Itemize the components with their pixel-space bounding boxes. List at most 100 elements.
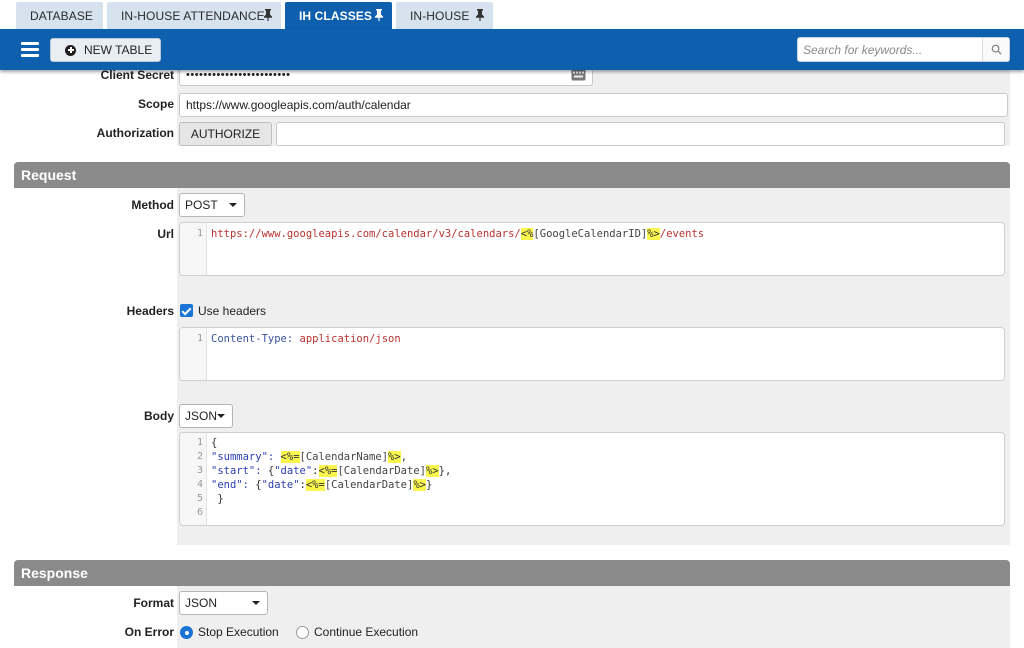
pin-icon[interactable] [263, 9, 273, 21]
body-code-line: "end": {"date":<%=[CalendarDate]%>} [211, 479, 432, 491]
search-icon [991, 44, 1002, 55]
template-close: %> [388, 451, 401, 463]
main-content: Client Secret •••••••••••••••••••••••• S… [0, 64, 1024, 648]
chevron-down-icon [252, 601, 260, 605]
tab-in-house-attendance[interactable]: IN-HOUSE ATTENDANCE [107, 2, 281, 29]
on-error-label: On Error [124, 625, 174, 639]
continue-execution-label: Continue Execution [314, 625, 419, 639]
search-input[interactable] [798, 38, 983, 61]
url-editor[interactable]: 1 https://www.googleapis.com/calendar/v3… [179, 222, 1005, 276]
new-table-label: NEW TABLE [84, 43, 153, 57]
menu-icon[interactable] [21, 42, 39, 57]
url-text-end: /events [659, 228, 705, 240]
new-table-button[interactable]: NEW TABLE [50, 38, 161, 62]
template-close: %> [647, 228, 660, 240]
client-secret-label: Client Secret [100, 68, 174, 82]
code-punct: }, [438, 465, 452, 477]
search-box [797, 37, 1010, 62]
tab-in-house[interactable]: IN-HOUSE [396, 2, 493, 29]
tab-bar: DATABASE IN-HOUSE ATTENDANCE IH CLASSES … [0, 0, 1024, 29]
authorization-label: Authorization [96, 126, 174, 140]
authorize-button[interactable]: AUTHORIZE [179, 122, 272, 146]
line-number: 3 [196, 465, 203, 476]
authorize-label: AUTHORIZE [190, 127, 261, 141]
request-section-header: Request [14, 162, 1010, 188]
response-section-title: Response [21, 565, 88, 581]
json-key: "start": [211, 465, 262, 477]
line-number: 5 [196, 493, 203, 504]
line-number: 4 [196, 479, 203, 490]
json-key: "date" [274, 465, 313, 477]
tab-label: IH CLASSES [299, 8, 373, 23]
stop-execution-radio[interactable] [180, 626, 193, 639]
tab-ih-classes[interactable]: IH CLASSES [285, 2, 392, 29]
template-open: <% [520, 228, 534, 240]
client-secret-value: •••••••••••••••••••••••• [186, 69, 291, 81]
code-brace: { [211, 437, 218, 449]
app-header: NEW TABLE [0, 29, 1024, 70]
scope-value: https://www.googleapis.com/auth/calendar [186, 98, 411, 112]
tab-database[interactable]: DATABASE [16, 2, 103, 29]
keyboard-icon[interactable] [571, 69, 586, 81]
format-label: Format [133, 596, 174, 610]
body-type-value: JSON [185, 409, 218, 423]
continue-execution-radio[interactable] [296, 626, 309, 639]
method-label: Method [131, 198, 174, 212]
scope-field[interactable]: https://www.googleapis.com/auth/calendar [179, 93, 1008, 117]
template-close: %> [413, 479, 426, 491]
chevron-down-icon [229, 203, 237, 207]
line-number: 6 [196, 507, 203, 518]
header-key: Content-Type: [211, 333, 294, 345]
body-code-line: "start": {"date":<%=[CalendarDate]%>}, [211, 465, 451, 477]
code-punct: : [312, 465, 319, 477]
line-number: 2 [196, 451, 203, 462]
pin-icon[interactable] [374, 9, 384, 21]
chevron-down-icon [217, 414, 225, 418]
tab-label: IN-HOUSE [410, 8, 470, 23]
pin-icon[interactable] [475, 9, 485, 21]
headers-code-line: Content-Type: application/json [211, 333, 401, 345]
request-section-title: Request [21, 167, 77, 183]
template-open: <%= [305, 479, 325, 491]
headers-label: Headers [126, 304, 174, 318]
line-number: 1 [196, 333, 203, 344]
tab-label: IN-HOUSE ATTENDANCE [121, 8, 265, 23]
response-section-header: Response [14, 560, 1010, 586]
format-select[interactable]: JSON [179, 591, 268, 615]
body-type-select[interactable]: JSON [179, 404, 233, 428]
stop-execution-label: Stop Execution [198, 625, 279, 639]
template-open: <%= [280, 451, 300, 463]
scope-label: Scope [137, 97, 174, 111]
headers-editor[interactable]: 1 Content-Type: application/json [179, 327, 1005, 381]
body-editor[interactable]: 1 2 3 4 5 6 { "summary": <%=[CalendarNam… [179, 432, 1005, 526]
plus-circle-icon [65, 44, 76, 56]
format-value: JSON [185, 596, 218, 610]
method-value: POST [185, 198, 218, 212]
code-punct: : [299, 479, 306, 491]
authorization-field[interactable] [276, 122, 1005, 146]
url-text: https://www.googleapis.com/calendar/v3/c… [211, 228, 521, 240]
tab-label: DATABASE [30, 8, 94, 23]
line-number: 1 [196, 228, 203, 239]
body-code-line: { [211, 437, 217, 449]
code-punct: , [400, 451, 408, 463]
url-code-line: https://www.googleapis.com/calendar/v3/c… [211, 228, 704, 240]
url-label: Url [157, 227, 174, 241]
body-code-line: } [211, 493, 223, 505]
use-headers-label: Use headers [198, 304, 267, 318]
line-number: 1 [196, 437, 203, 448]
template-variable: [CalendarDate] [324, 479, 414, 491]
body-label: Body [144, 409, 174, 423]
json-key: "summary": [211, 451, 275, 463]
search-button[interactable] [982, 38, 1009, 61]
code-punct: } [426, 479, 433, 491]
use-headers-checkbox[interactable] [180, 304, 193, 317]
method-select[interactable]: POST [179, 193, 245, 217]
template-variable: [CalendarDate] [337, 465, 426, 477]
template-close: %> [425, 465, 439, 477]
template-variable: [CalendarName] [299, 451, 389, 463]
template-open: <%= [318, 465, 338, 477]
template-variable: [GoogleCalendarID] [533, 228, 648, 240]
body-code-line: "summary": <%=[CalendarName]%>, [211, 451, 407, 463]
json-key: "date" [261, 479, 300, 491]
